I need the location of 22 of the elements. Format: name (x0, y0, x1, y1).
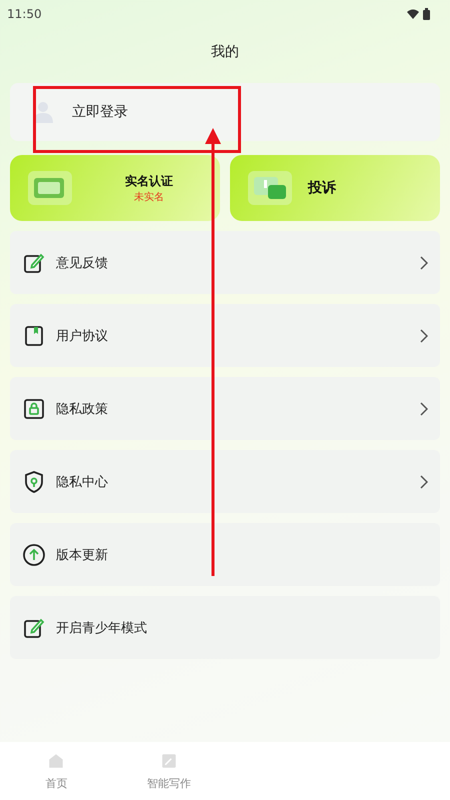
message-icon (246, 169, 294, 207)
document-icon (22, 324, 46, 348)
login-button[interactable]: 立即登录 (10, 83, 440, 141)
status-time: 11:50 (7, 7, 42, 21)
wifi-icon (407, 9, 419, 19)
shield-icon (22, 470, 46, 494)
menu-item[interactable]: 隐私中心 (10, 450, 440, 513)
verification-card[interactable]: 实名认证 未实名 (10, 155, 220, 221)
verification-status: 未实名 (134, 190, 164, 204)
menu-item[interactable]: 版本更新 (10, 523, 440, 586)
menu-item[interactable]: 用户协议 (10, 304, 440, 367)
menu-item[interactable]: 隐私政策 (10, 377, 440, 440)
page-title: 我的 (211, 43, 239, 61)
house-icon (47, 752, 66, 770)
lock-icon (22, 396, 46, 420)
battery-icon (423, 8, 430, 20)
upload-icon (22, 542, 46, 566)
id-card-icon (26, 169, 74, 207)
pencil-icon (160, 752, 178, 770)
menu-item[interactable]: 开启青少年模式 (10, 596, 440, 659)
menu-item[interactable]: 意见反馈 (10, 231, 440, 294)
complaint-card[interactable]: 投诉 (230, 155, 440, 221)
